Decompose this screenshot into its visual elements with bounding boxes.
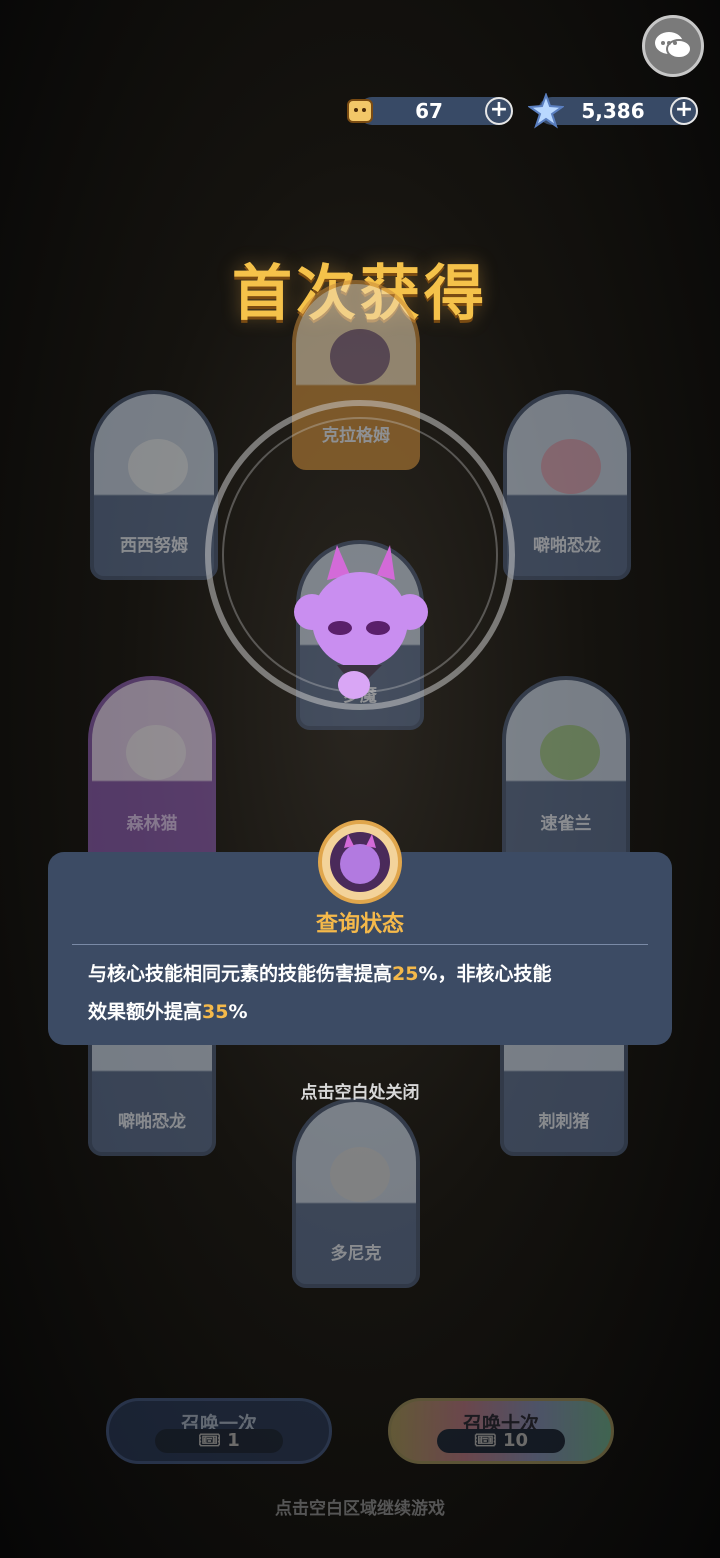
close-hint: 点击空白处关闭 — [300, 1083, 420, 1103]
add-ticket-button[interactable]: + — [485, 97, 513, 125]
pet-card-right-middle[interactable]: 速雀兰 — [502, 676, 630, 866]
pet-card-name: 多尼克 — [330, 1244, 382, 1264]
desc-line-1: 与核心技能相同元素的技能伤害提高25%，非核心技能 — [88, 963, 552, 985]
pet-image — [540, 725, 600, 780]
pet-image — [330, 329, 390, 384]
pet-card-left-upper[interactable]: 西西努姆 — [90, 390, 218, 580]
pet-card-name: 噼啪恐龙 — [118, 1112, 186, 1132]
pet-portrait-icon — [318, 820, 402, 904]
panel-description: 与核心技能相同元素的技能伤害提高25%，非核心技能 效果额外提高35% — [88, 955, 648, 1031]
pet-card-left-middle[interactable]: 森林猫 — [88, 676, 216, 866]
desc-line-2: 效果额外提高35% — [88, 1001, 248, 1023]
pet-card-name: 噼啪恐龙 — [533, 536, 601, 556]
summon-ten-cost: 🎟 10 — [437, 1429, 565, 1453]
summon-once-cost: 🎟 1 — [155, 1429, 283, 1453]
highlight-value: 35 — [202, 1001, 229, 1023]
pet-image — [330, 1147, 390, 1202]
ticket-icon — [344, 94, 376, 128]
continue-hint: 点击空白区域继续游戏 — [275, 1499, 445, 1519]
pet-image — [541, 439, 601, 494]
pet-card-name: 刺刺猪 — [538, 1112, 590, 1132]
pet-card-name: 森林猫 — [126, 814, 178, 834]
highlight-value: 25 — [392, 963, 419, 985]
pet-image — [126, 725, 186, 780]
add-star-button[interactable]: + — [670, 97, 698, 125]
ticket-value: 67 — [415, 99, 443, 123]
ticket-icon: 🎟 — [198, 1430, 222, 1451]
chat-button[interactable] — [642, 15, 704, 77]
panel-divider — [72, 944, 648, 945]
pet-image — [128, 439, 188, 494]
star-crystal-icon — [527, 92, 565, 129]
pet-card-name: 速雀兰 — [540, 814, 592, 834]
summon-once-button[interactable]: 召唤一次 🎟 1 — [106, 1398, 332, 1464]
chat-bubbles-icon — [655, 32, 692, 59]
featured-pet — [282, 540, 432, 710]
ticket-icon: 🎟 — [473, 1430, 497, 1451]
summon-ten-button[interactable]: 召唤十次 🎟 10 — [388, 1398, 614, 1464]
pet-card-bottom[interactable]: 多尼克 — [292, 1098, 420, 1288]
pet-card-name: 西西努姆 — [120, 536, 188, 556]
pet-card-right-upper[interactable]: 噼啪恐龙 — [503, 390, 631, 580]
panel-title: 查询状态 — [315, 912, 404, 937]
